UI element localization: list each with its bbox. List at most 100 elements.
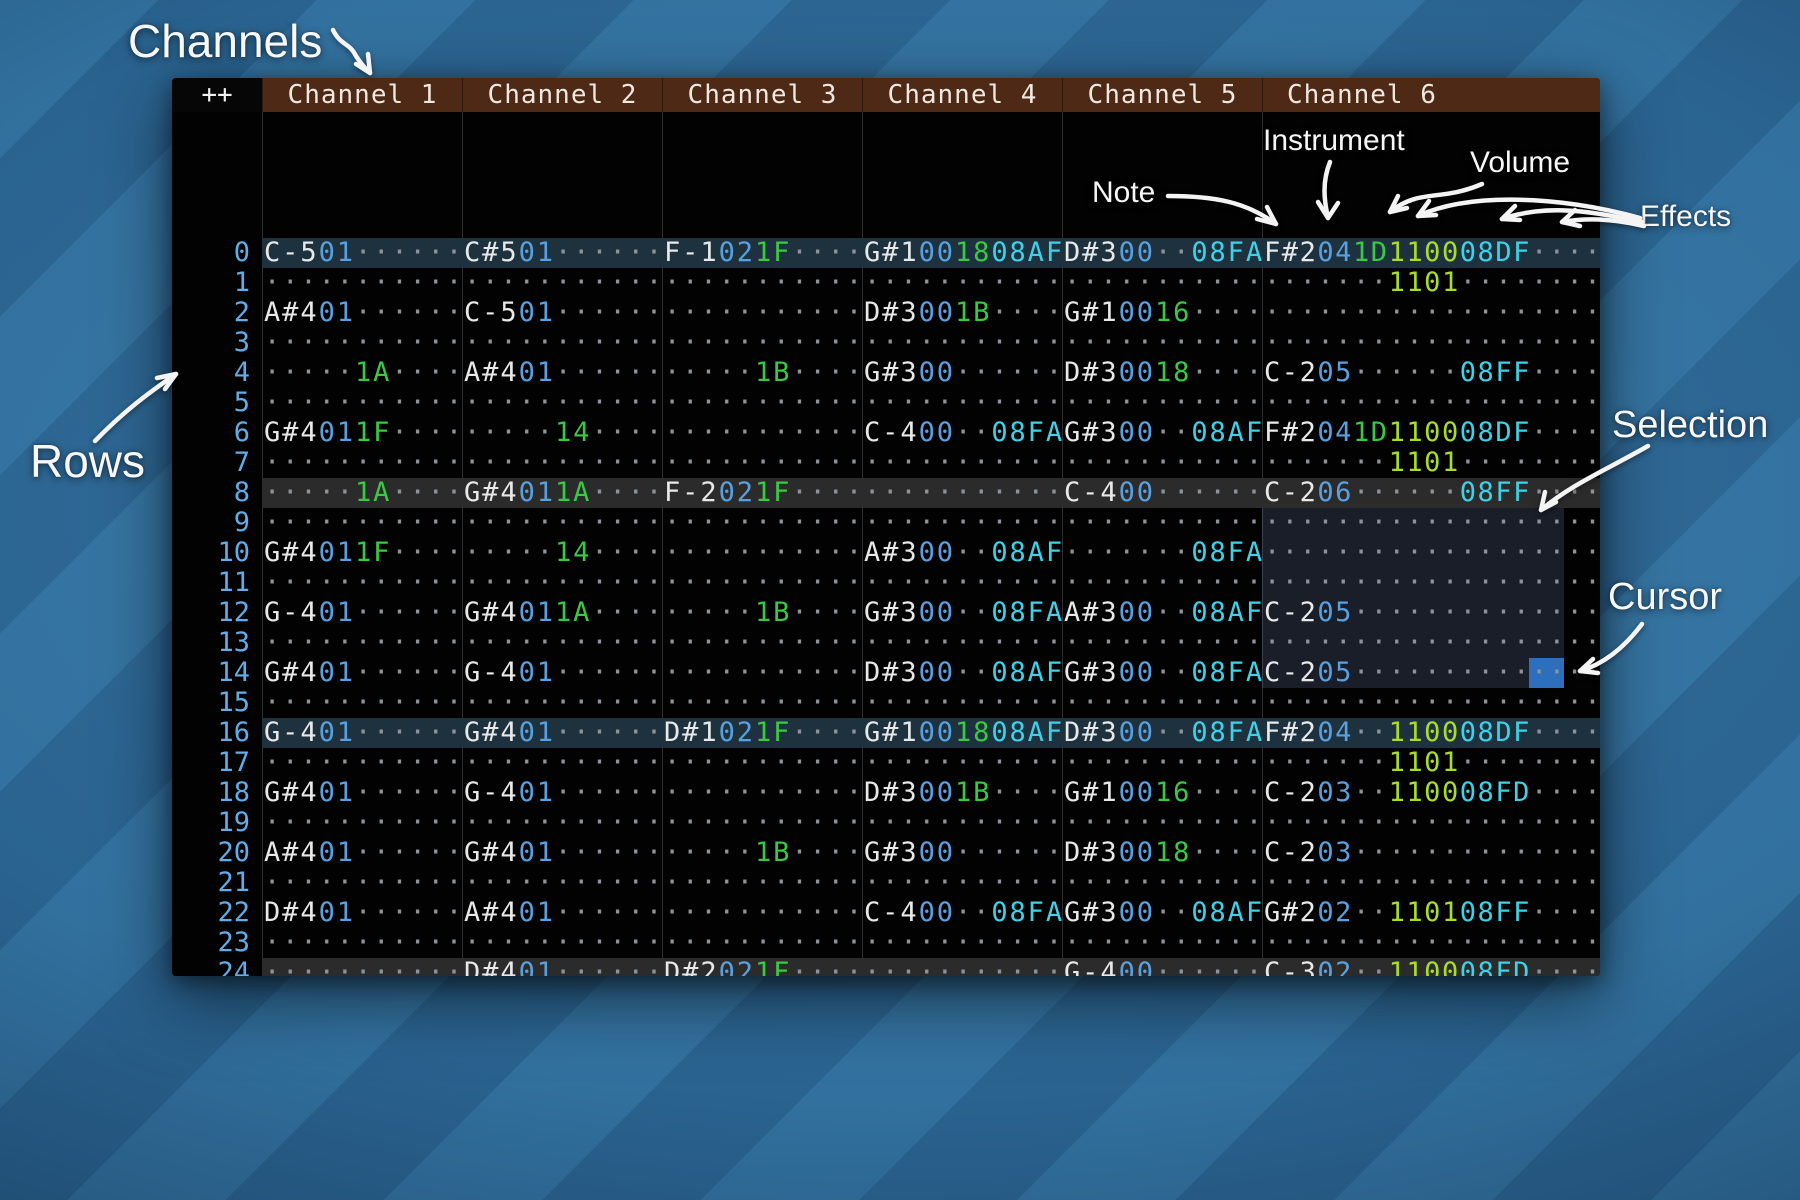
pattern-cell-ch6[interactable]: C-302··110008FD····: [1262, 958, 1600, 976]
pattern-cell-ch1[interactable]: G#4011F····: [262, 418, 462, 448]
pattern-cell-ch4[interactable]: G#300······: [862, 838, 1062, 868]
pattern-cell-ch5[interactable]: G-400······: [1062, 958, 1262, 976]
pattern-cell-ch4[interactable]: ···········: [862, 808, 1062, 838]
pattern-cell-ch1[interactable]: G-401······: [262, 598, 462, 628]
pattern-cell-ch3[interactable]: ···········: [662, 448, 862, 478]
pattern-cell-ch4[interactable]: G#1001808AF: [862, 238, 1062, 268]
pattern-cell-ch6[interactable]: F#204··110008DF····: [1262, 718, 1600, 748]
pattern-cell-ch2[interactable]: A#401······: [462, 358, 662, 388]
pattern-cell-ch3[interactable]: ···········: [662, 328, 862, 358]
pattern-cell-ch2[interactable]: ···········: [462, 268, 662, 298]
pattern-cell-ch1[interactable]: D#401······: [262, 898, 462, 928]
channel-header-2[interactable]: Channel 2: [462, 78, 662, 112]
pattern-cell-ch4[interactable]: G#1001808AF: [862, 718, 1062, 748]
pattern-cell-ch3[interactable]: ·····1B····: [662, 598, 862, 628]
pattern-cell-ch1[interactable]: ···········: [262, 958, 462, 976]
pattern-cell-ch5[interactable]: D#300··08FA: [1062, 238, 1262, 268]
pattern-cell-ch5[interactable]: ···········: [1062, 568, 1262, 598]
pattern-cell-ch4[interactable]: A#300··08AF: [862, 538, 1062, 568]
pattern-cell-ch6[interactable]: ···················: [1262, 628, 1600, 658]
pattern-cell-ch4[interactable]: ···········: [862, 628, 1062, 658]
pattern-cell-ch2[interactable]: A#401······: [462, 898, 662, 928]
pattern-cell-ch2[interactable]: ···········: [462, 448, 662, 478]
pattern-cell-ch3[interactable]: ···········: [662, 688, 862, 718]
pattern-cell-ch5[interactable]: C-400······: [1062, 478, 1262, 508]
pattern-cell-ch5[interactable]: G#300··08AF: [1062, 898, 1262, 928]
pattern-cell-ch3[interactable]: ···········: [662, 658, 862, 688]
pattern-cell-ch5[interactable]: G#300··08AF: [1062, 418, 1262, 448]
pattern-cell-ch3[interactable]: ···········: [662, 928, 862, 958]
pattern-cell-ch4[interactable]: G#300··08FA: [862, 598, 1062, 628]
pattern-cell-ch6[interactable]: ···················: [1262, 688, 1600, 718]
pattern-cell-ch3[interactable]: ···········: [662, 778, 862, 808]
pattern-cell-ch2[interactable]: C#501······: [462, 238, 662, 268]
pattern-cell-ch5[interactable]: ···········: [1062, 748, 1262, 778]
pattern-cell-ch5[interactable]: ···········: [1062, 928, 1262, 958]
pattern-cell-ch4[interactable]: D#3001B····: [862, 778, 1062, 808]
pattern-cell-ch1[interactable]: ···········: [262, 748, 462, 778]
pattern-cell-ch4[interactable]: C-400··08FA: [862, 418, 1062, 448]
channel-header-3[interactable]: Channel 3: [662, 78, 862, 112]
pattern-cell-ch4[interactable]: ···········: [862, 448, 1062, 478]
pattern-cell-ch1[interactable]: ···········: [262, 868, 462, 898]
pattern-cell-ch2[interactable]: ·····14····: [462, 538, 662, 568]
pattern-cell-ch2[interactable]: ···········: [462, 388, 662, 418]
pattern-cell-ch4[interactable]: ···········: [862, 388, 1062, 418]
pattern-cell-ch1[interactable]: G#401······: [262, 658, 462, 688]
pattern-cell-ch3[interactable]: ···········: [662, 508, 862, 538]
pattern-cell-ch4[interactable]: G#300······: [862, 358, 1062, 388]
pattern-cell-ch3[interactable]: F-2021F····: [662, 478, 862, 508]
channel-header-5[interactable]: Channel 5: [1062, 78, 1262, 112]
pattern-cell-ch1[interactable]: C-501······: [262, 238, 462, 268]
pattern-cell-ch2[interactable]: ···········: [462, 628, 662, 658]
pattern-cell-ch3[interactable]: ···········: [662, 268, 862, 298]
pattern-cell-ch4[interactable]: D#300··08AF: [862, 658, 1062, 688]
pattern-cell-ch6[interactable]: G#202··110108FF····: [1262, 898, 1600, 928]
pattern-cell-ch1[interactable]: ···········: [262, 388, 462, 418]
pattern-cell-ch1[interactable]: ···········: [262, 928, 462, 958]
pattern-cell-ch4[interactable]: C-400··08FA: [862, 898, 1062, 928]
pattern-cell-ch6[interactable]: ···················: [1262, 868, 1600, 898]
pattern-cell-ch4[interactable]: ···········: [862, 688, 1062, 718]
pattern-cell-ch3[interactable]: ···········: [662, 388, 862, 418]
pattern-cell-ch2[interactable]: ···········: [462, 928, 662, 958]
pattern-cell-ch2[interactable]: G#4011A····: [462, 598, 662, 628]
pattern-cell-ch5[interactable]: ···········: [1062, 508, 1262, 538]
pattern-cell-ch6[interactable]: ···················: [1262, 328, 1600, 358]
pattern-cell-ch5[interactable]: ···········: [1062, 388, 1262, 418]
pattern-cell-ch4[interactable]: ···········: [862, 748, 1062, 778]
pattern-cell-ch1[interactable]: ···········: [262, 268, 462, 298]
pattern-cell-ch5[interactable]: D#300··08FA: [1062, 718, 1262, 748]
pattern-cell-ch2[interactable]: ···········: [462, 508, 662, 538]
pattern-cell-ch2[interactable]: G-401······: [462, 658, 662, 688]
pattern-cell-ch6[interactable]: ·······1101········: [1262, 748, 1600, 778]
pattern-cell-ch5[interactable]: ···········: [1062, 868, 1262, 898]
pattern-cell-ch1[interactable]: ·····1A····: [262, 478, 462, 508]
pattern-cell-ch2[interactable]: ·····14····: [462, 418, 662, 448]
channel-header-4[interactable]: Channel 4: [862, 78, 1062, 112]
pattern-cell-ch3[interactable]: ···········: [662, 808, 862, 838]
pattern-cell-ch1[interactable]: ···········: [262, 448, 462, 478]
pattern-cell-ch3[interactable]: D#1021F····: [662, 718, 862, 748]
pattern-cell-ch3[interactable]: ···········: [662, 868, 862, 898]
pattern-cell-ch1[interactable]: ···········: [262, 688, 462, 718]
pattern-cell-ch6[interactable]: ···················: [1262, 508, 1600, 538]
pattern-cell-ch6[interactable]: ···················: [1262, 808, 1600, 838]
pattern-cell-ch3[interactable]: ·····1B····: [662, 358, 862, 388]
pattern-cell-ch2[interactable]: G-401······: [462, 778, 662, 808]
pattern-cell-ch6[interactable]: ···················: [1262, 568, 1600, 598]
pattern-cell-ch5[interactable]: ···········: [1062, 268, 1262, 298]
pattern-cell-ch4[interactable]: ···········: [862, 928, 1062, 958]
pattern-cell-ch6[interactable]: ·······1101········: [1262, 448, 1600, 478]
pattern-cell-ch1[interactable]: G#401······: [262, 778, 462, 808]
pattern-corner-cell[interactable]: ++: [172, 78, 262, 112]
pattern-cell-ch6[interactable]: C-206······08FF····: [1262, 478, 1600, 508]
pattern-cell-ch2[interactable]: ···········: [462, 868, 662, 898]
pattern-cell-ch1[interactable]: ···········: [262, 628, 462, 658]
pattern-cell-ch6[interactable]: C-203··110008FD····: [1262, 778, 1600, 808]
pattern-cell-ch3[interactable]: ···········: [662, 298, 862, 328]
pattern-cell-ch2[interactable]: G#401······: [462, 718, 662, 748]
pattern-cell-ch4[interactable]: ···········: [862, 958, 1062, 976]
pattern-cell-ch4[interactable]: ···········: [862, 868, 1062, 898]
pattern-cell-ch1[interactable]: G-401······: [262, 718, 462, 748]
